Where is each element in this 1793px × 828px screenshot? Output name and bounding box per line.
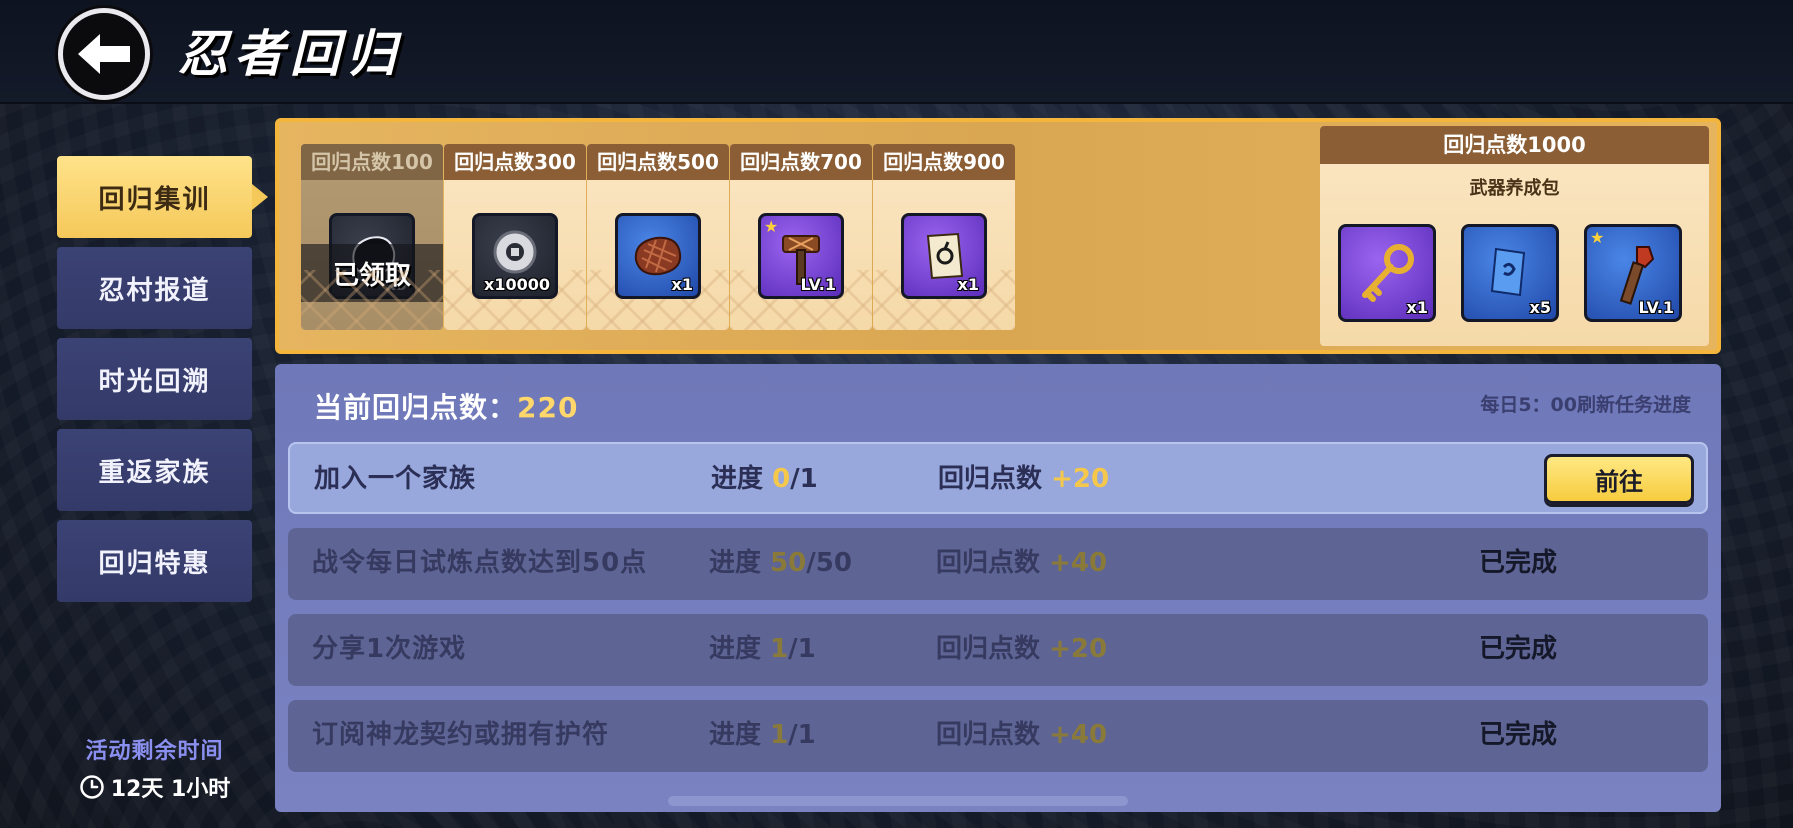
scrollbar[interactable] [668,796,1128,806]
timer-value-text: 12天 1小时 [110,777,231,802]
task-name: 订阅神龙契约或拥有护符 [312,720,610,750]
golden-key-icon: x1 [1338,224,1436,322]
item-count: x1 [671,275,693,294]
refresh-note: 每日5：00刷新任务进度 [1480,394,1691,416]
sidebar-item-village-report[interactable]: 忍村报道 [57,247,252,329]
reward-card-1000[interactable]: 回归点数1000 武器养成包 x1 x5 ★ LV.1 [1320,126,1709,346]
current-points-label: 当前回归点数： [314,391,518,424]
item-level: LV.1 [1638,298,1674,317]
task-progress: 进度 1/1 [709,634,816,664]
reward-threshold: 回归点数300 [444,144,586,180]
task-progress: 进度 0/1 [711,464,818,494]
task-progress: 进度 50/50 [709,548,852,578]
task-reward: 回归点数 +20 [938,464,1110,494]
task-row: 战令每日试炼点数达到50点 进度 50/50 回归点数 +40 已完成 [288,528,1708,600]
hammer-weapon-icon: ★ LV.1 [758,213,844,299]
item-count: x1 [1406,298,1428,317]
task-name: 分享1次游戏 [312,634,467,664]
item-level: LV.1 [800,275,836,294]
sidebar: 回归集训 忍村报道 时光回溯 重返家族 回归特惠 [57,156,268,611]
task-row: 分享1次游戏 进度 1/1 回归点数 +20 已完成 [288,614,1708,686]
meat-icon: x1 [615,213,701,299]
activity-time-remaining: 12天 1小时 [57,771,252,803]
go-button[interactable]: 前往 [1544,454,1694,504]
progress-total: /1 [790,464,818,494]
current-points-value: 220 [517,391,579,424]
reward-card-500[interactable]: 回归点数500 x1 [587,144,729,330]
activity-time-label: 活动剩余时间 [85,739,224,764]
item-count: x5 [1529,298,1551,317]
task-row: 订阅神龙契约或拥有护符 进度 1/1 回归点数 +40 已完成 [288,700,1708,772]
sidebar-item-return-deals[interactable]: 回归特惠 [57,520,252,602]
clock-icon [79,774,105,800]
task-name: 加入一个家族 [314,464,477,494]
reward-points: +20 [1051,464,1110,494]
reward-card-100[interactable]: 回归点数100 x3 已领取 [301,144,443,330]
item-count: x10000 [484,275,550,294]
item-count: x1 [957,275,979,294]
sidebar-item-return-training[interactable]: 回归集训 [57,156,268,238]
reward-card-300[interactable]: 回归点数300 x10000 [444,144,586,330]
sidebar-item-time-rewind[interactable]: 时光回溯 [57,338,252,420]
reward-pack-name: 武器养成包 [1469,178,1560,199]
progress-current: 1 [770,720,789,750]
task-reward: 回归点数 +40 [936,548,1108,578]
completed-status: 已完成 [1478,548,1557,578]
task-progress: 进度 1/1 [709,720,816,750]
reward-threshold: 回归点数700 [730,144,872,180]
reward-banner: 回归点数100 x3 已领取 回归点数300 x10000 回归点数500 x1… [275,118,1721,354]
progress-current: 1 [770,634,789,664]
task-name: 战令每日试炼点数达到50点 [312,548,648,578]
reward-points: +40 [1049,548,1108,578]
task-row: 加入一个家族 进度 0/1 回归点数 +20 前往 [288,442,1708,514]
task-panel: 当前回归点数：220 每日5：00刷新任务进度 加入一个家族 进度 0/1 回归… [275,364,1721,812]
task-reward: 回归点数 +20 [936,634,1108,664]
reward-threshold: 回归点数900 [873,144,1015,180]
completed-status: 已完成 [1478,634,1557,664]
completed-status: 已完成 [1478,720,1557,750]
blue-charm-icon: x5 [1461,224,1559,322]
progress-current: 50 [770,548,807,578]
coin-icon: x10000 [472,213,558,299]
reward-threshold: 回归点数500 [587,144,729,180]
reward-card-700[interactable]: 回归点数700 ★ LV.1 [730,144,872,330]
header: 忍者回归 [0,0,1793,104]
reward-threshold: 回归点数100 [301,144,443,180]
page-title: 忍者回归 [178,24,402,83]
progress-total: /1 [788,720,816,750]
progress-total: /1 [788,634,816,664]
star-icon: ★ [1590,228,1605,247]
scroll-ticket-icon: x1 [901,213,987,299]
back-button[interactable] [58,8,150,100]
reward-card-900[interactable]: 回归点数900 x1 [873,144,1015,330]
progress-current: 0 [772,464,791,494]
reward-threshold: 回归点数1000 [1320,126,1709,164]
current-points: 当前回归点数：220 [314,386,578,426]
reward-points: +20 [1049,634,1108,664]
task-reward: 回归点数 +40 [936,720,1108,750]
sidebar-item-return-clan[interactable]: 重返家族 [57,429,252,511]
progress-total: /50 [806,548,852,578]
wrench-weapon-icon: ★ LV.1 [1584,224,1682,322]
back-arrow-icon [78,34,130,74]
reward-points: +40 [1049,720,1108,750]
star-icon: ★ [764,217,779,236]
